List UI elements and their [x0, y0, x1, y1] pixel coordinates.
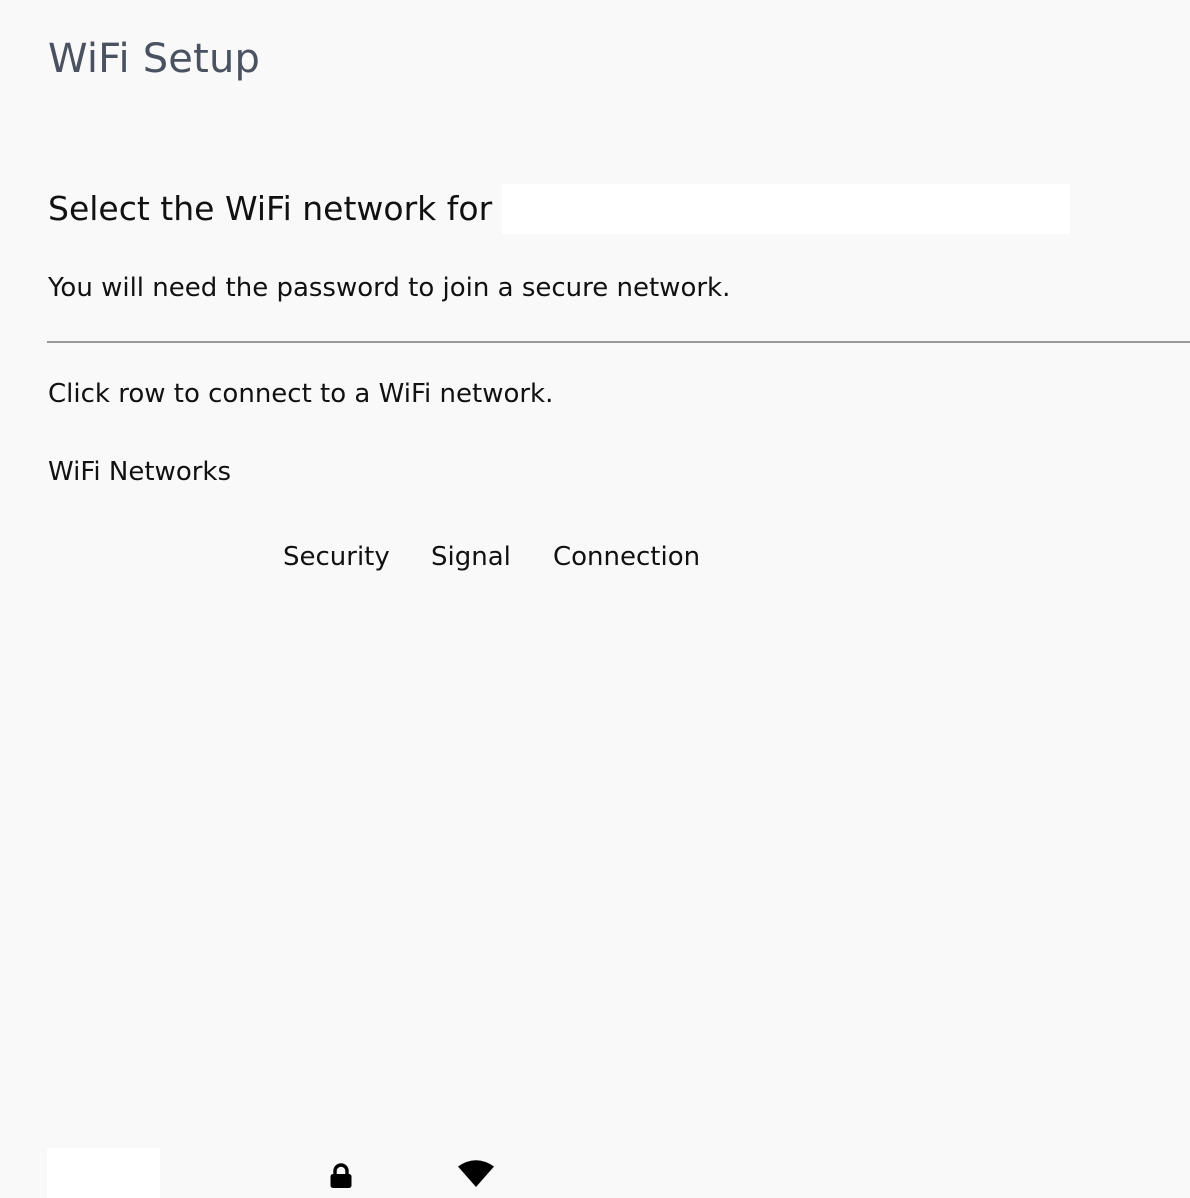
lock-icon: [330, 1163, 352, 1188]
column-header-security: Security: [283, 542, 390, 572]
network-select-heading-text: Select the WiFi network for: [48, 189, 493, 228]
wifi-signal-icon: [458, 1160, 494, 1187]
network-row[interactable]: [0, 574, 1190, 1198]
column-header-connection: Connection: [553, 542, 701, 572]
page-title: WiFi Setup: [48, 36, 261, 82]
network-ssid: [47, 1148, 160, 1198]
click-row-hint: Click row to connect to a WiFi network.: [48, 379, 554, 409]
password-instruction: You will need the password to join a sec…: [48, 273, 731, 303]
column-header-signal: Signal: [431, 542, 511, 572]
network-select-heading: Select the WiFi network for: [48, 184, 1071, 234]
wifi-networks-title: WiFi Networks: [48, 457, 232, 487]
device-name-field: [502, 184, 1071, 234]
section-divider: [47, 341, 1190, 343]
